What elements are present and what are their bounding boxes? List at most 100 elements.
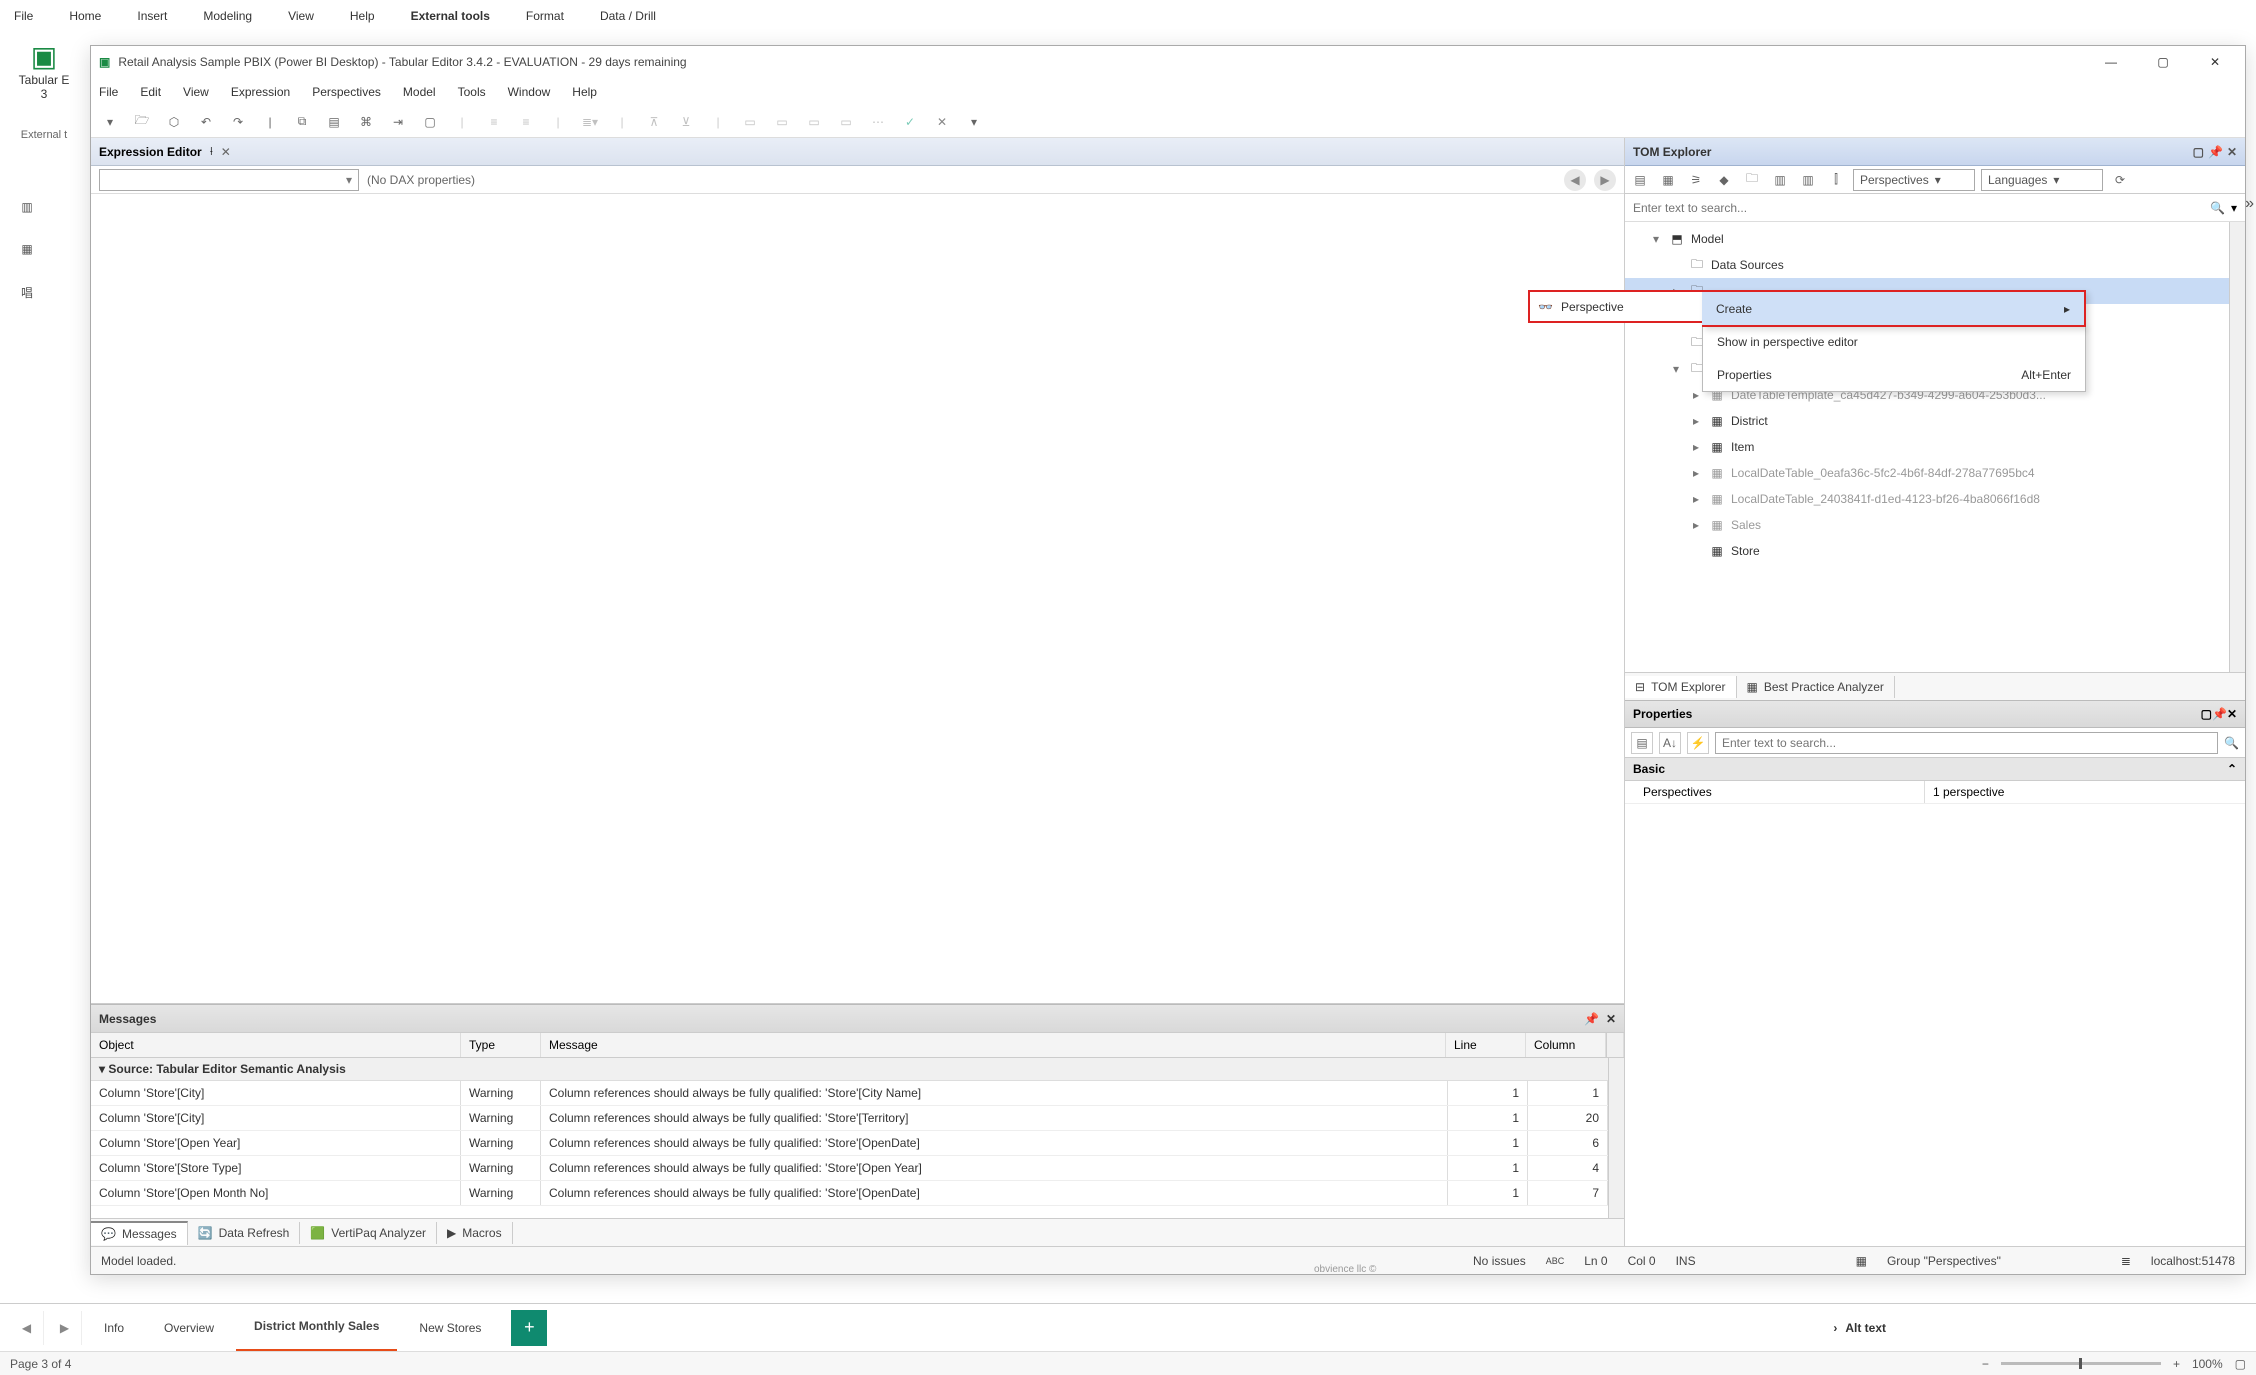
tab-macros[interactable]: ▶Macros (437, 1222, 513, 1244)
expression-editor-area[interactable] (91, 194, 1624, 1004)
nav-back-icon[interactable]: ◀ (1564, 169, 1586, 191)
add-page-button[interactable]: + (511, 1310, 547, 1346)
tb1-icon[interactable]: ▭ (739, 111, 761, 133)
upper-icon[interactable]: ⊼ (643, 111, 665, 133)
menu-expression[interactable]: Expression (231, 85, 290, 99)
menu-view[interactable]: View (183, 85, 209, 99)
nav-forward-icon[interactable]: ▶ (1594, 169, 1616, 191)
undo-icon[interactable]: ↶ (195, 111, 217, 133)
message-row[interactable]: Column 'Store'[Open Month No]WarningColu… (91, 1181, 1608, 1206)
page-info[interactable]: Info (86, 1304, 142, 1352)
tb2-icon[interactable]: ▭ (771, 111, 793, 133)
dock-icon[interactable]: ▢ (2201, 707, 2212, 721)
folder-icon[interactable]: 🗀 (1741, 169, 1763, 191)
reject-icon[interactable]: ✕ (931, 111, 953, 133)
view-diamond-icon[interactable]: ◆ (1713, 169, 1735, 191)
refresh-icon[interactable]: ⟳ (2109, 169, 2131, 191)
alphabetical-icon[interactable]: A↓ (1659, 732, 1681, 754)
tb5-icon[interactable]: ⋯ (867, 111, 889, 133)
ribbon-home[interactable]: Home (63, 5, 107, 27)
fit-page-icon[interactable]: ▢ (2235, 1357, 2246, 1371)
tree-table-store[interactable]: ▦Store (1625, 538, 2245, 564)
data-view-icon[interactable]: ▦ (21, 242, 32, 256)
property-perspectives[interactable]: Perspectives 1 perspective (1625, 781, 2245, 804)
pin-icon[interactable]: ⟊ (210, 144, 213, 159)
chevron-down-icon[interactable]: ▾ (2231, 201, 2237, 215)
redo-icon[interactable]: ↷ (227, 111, 249, 133)
page-next-icon[interactable]: ▶ (48, 1311, 82, 1345)
ribbon-file[interactable]: File (8, 5, 39, 27)
tree-data-sources[interactable]: 🗀Data Sources (1625, 252, 2245, 278)
languages-dropdown[interactable]: Languages▾ (1981, 169, 2103, 191)
open-icon[interactable]: 🗁 (131, 111, 153, 133)
new-icon[interactable]: ▾ (99, 111, 121, 133)
col-object[interactable]: Object (91, 1033, 461, 1057)
ribbon-format[interactable]: Format (520, 5, 570, 27)
properties-search-input[interactable] (1715, 732, 2218, 754)
message-row[interactable]: Column 'Store'[City]WarningColumn refere… (91, 1106, 1608, 1131)
pin-icon[interactable]: 📌 (1584, 1012, 1599, 1026)
save-icon[interactable]: | (259, 111, 281, 133)
menu-edit[interactable]: Edit (140, 85, 161, 99)
context-create[interactable]: Create▸ (1702, 292, 2084, 325)
tab-data-refresh[interactable]: 🔄Data Refresh (188, 1222, 301, 1244)
ribbon-help[interactable]: Help (344, 5, 381, 27)
deploy-icon[interactable]: ⬡ (163, 111, 185, 133)
dropdown-icon[interactable]: ▾ (963, 111, 985, 133)
menu-file[interactable]: File (99, 85, 118, 99)
col-message[interactable]: Message (541, 1033, 1446, 1057)
view-list-icon[interactable]: ▤ (1629, 169, 1651, 191)
close-icon[interactable]: ✕ (2227, 707, 2237, 721)
menu-tools[interactable]: Tools (458, 85, 486, 99)
events-icon[interactable]: ⚡ (1687, 732, 1709, 754)
tree-table-district[interactable]: ▸▦District (1625, 408, 2245, 434)
script-icon[interactable]: ⌘ (355, 111, 377, 133)
zoom-slider[interactable] (2001, 1362, 2161, 1365)
split-icon[interactable]: ⫿ (1825, 169, 1847, 191)
menu-model[interactable]: Model (403, 85, 436, 99)
tree-table-local1[interactable]: ▸▦LocalDateTable_0eafa36c-5fc2-4b6f-84df… (1625, 460, 2245, 486)
close-button[interactable]: ✕ (2193, 48, 2237, 76)
tree-table-sales[interactable]: ▸▦Sales (1625, 512, 2245, 538)
ribbon-view[interactable]: View (282, 5, 320, 27)
collapse-icon[interactable]: ⌃ (2227, 762, 2237, 776)
col-column[interactable]: Column (1526, 1033, 1606, 1057)
zoom-in-button[interactable]: + (2173, 1357, 2180, 1371)
maximize-button[interactable]: ▢ (2141, 48, 2185, 76)
close-icon[interactable]: ✕ (1606, 1012, 1616, 1026)
tab-tom-explorer[interactable]: ⊟TOM Explorer (1625, 676, 1737, 698)
paste-icon[interactable]: ▤ (323, 111, 345, 133)
accept-icon[interactable]: ✓ (899, 111, 921, 133)
tree-table-local2[interactable]: ▸▦LocalDateTable_2403841f-d1ed-4123-bf26… (1625, 486, 2245, 512)
tb3-icon[interactable]: ▭ (803, 111, 825, 133)
format-icon[interactable]: ⇥ (387, 111, 409, 133)
lower-icon[interactable]: ⊻ (675, 111, 697, 133)
comment-icon[interactable]: ≣▾ (579, 111, 601, 133)
expression-object-dropdown[interactable]: ▾ (99, 169, 359, 191)
columns-icon[interactable]: ▥ (1797, 169, 1819, 191)
dock-icon[interactable]: ▢ (2193, 145, 2204, 159)
message-row[interactable]: Column 'Store'[City]WarningColumn refere… (91, 1081, 1608, 1106)
context-show-perspective-editor[interactable]: Show in perspective editor (1703, 325, 2085, 358)
pin-icon[interactable]: 📌 (2208, 145, 2223, 159)
view-tree-icon[interactable]: ▦ (1657, 169, 1679, 191)
alt-text-section[interactable]: ›Alt text (1833, 1321, 1886, 1335)
page-overview[interactable]: Overview (146, 1304, 232, 1352)
messages-scrollbar[interactable] (1608, 1058, 1624, 1218)
message-row[interactable]: Column 'Store'[Open Year]WarningColumn r… (91, 1131, 1608, 1156)
copy-icon[interactable]: ⧉ (291, 111, 313, 133)
search-icon[interactable]: 🔍 (2210, 201, 2225, 215)
view-hierarchy-icon[interactable]: ⚞ (1685, 169, 1707, 191)
pin-icon[interactable]: 📌 (2212, 707, 2227, 721)
col-line[interactable]: Line (1446, 1033, 1526, 1057)
ribbon-modeling[interactable]: Modeling (197, 5, 258, 27)
tree-scrollbar[interactable] (2229, 222, 2245, 672)
zoom-out-button[interactable]: − (1982, 1357, 1989, 1371)
tree-table-item[interactable]: ▸▦Item (1625, 434, 2245, 460)
tb4-icon[interactable]: ▭ (835, 111, 857, 133)
perspectives-dropdown[interactable]: Perspectives▾ (1853, 169, 1975, 191)
menu-help[interactable]: Help (572, 85, 597, 99)
model-view-icon[interactable]: 唱 (21, 284, 33, 301)
close-icon[interactable]: ✕ (2227, 145, 2237, 159)
message-group[interactable]: ▾ Source: Tabular Editor Semantic Analys… (91, 1058, 1608, 1081)
